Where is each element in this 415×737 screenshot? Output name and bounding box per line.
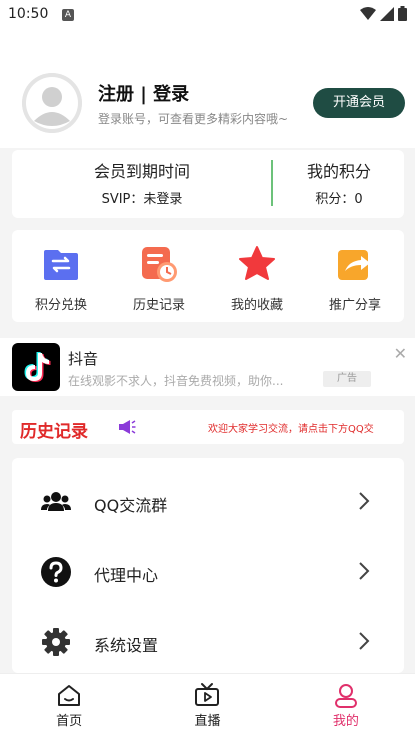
- status-bar: 10:50 A: [0, 0, 415, 30]
- ad-description: 在线观影不求人，抖音免费视频，助你...: [68, 374, 284, 388]
- home-icon: [58, 685, 81, 706]
- star-icon: [239, 246, 275, 280]
- feature-grid: 积分兑换 历史记录 我的收藏 推广分享: [12, 230, 404, 322]
- wifi-icon: [360, 6, 376, 20]
- feature-exchange[interactable]: 积分兑换: [12, 230, 110, 322]
- nav-live[interactable]: 直播: [138, 674, 276, 737]
- chevron-right-icon: [359, 562, 370, 580]
- chevron-right-icon: [359, 632, 370, 650]
- menu-item-agent-center[interactable]: 代理中心: [12, 542, 404, 602]
- my-points-value: 积分：0: [315, 192, 363, 207]
- feature-label: 推广分享: [328, 298, 381, 313]
- feature-label: 我的收藏: [230, 298, 283, 313]
- bottom-nav: 首页 直播 我的: [0, 673, 415, 737]
- member-expiry-value: SVIP：未登录: [101, 192, 183, 207]
- history-icon: [142, 247, 177, 282]
- tv-icon: [195, 683, 220, 706]
- ad-badge: 广告: [323, 371, 371, 387]
- ad-title: 抖音: [68, 350, 99, 368]
- ad-banner[interactable]: 抖音 在线观影不求人，抖音免费视频，助你... 广告 ✕: [0, 338, 415, 396]
- history-title[interactable]: 历史记录: [20, 417, 88, 442]
- feature-label: 积分兑换: [34, 298, 87, 313]
- history-bar: 历史记录 欢迎大家学习交流，请点击下方QQ交: [12, 410, 404, 444]
- menu-item-settings[interactable]: 系统设置: [12, 612, 404, 672]
- status-time: 10:50: [8, 6, 49, 22]
- settings-icon: [42, 628, 70, 656]
- nav-mine[interactable]: 我的: [277, 674, 415, 737]
- close-icon[interactable]: ✕: [394, 344, 407, 363]
- menu-item-label: 代理中心: [94, 566, 159, 585]
- group-icon: [41, 492, 71, 511]
- share-icon: [338, 250, 370, 280]
- feature-share[interactable]: 推广分享: [306, 230, 404, 322]
- open-vip-button[interactable]: 开通会员: [313, 88, 405, 118]
- member-card: 会员到期时间 SVIP：未登录 我的积分 积分：0: [12, 150, 404, 218]
- menu-list: QQ交流群 代理中心 系统设置: [12, 458, 404, 673]
- notification-icon: A: [62, 9, 74, 21]
- menu-item-label: 系统设置: [94, 636, 159, 655]
- feature-history[interactable]: 历史记录: [110, 230, 208, 322]
- my-points-title[interactable]: 我的积分: [274, 158, 404, 182]
- member-card-divider: [271, 160, 273, 206]
- megaphone-icon: [119, 420, 136, 434]
- member-expiry-title: 会员到期时间: [93, 162, 190, 181]
- exchange-icon: [44, 250, 78, 280]
- announcement-marquee: 欢迎大家学习交流，请点击下方QQ交: [208, 424, 374, 435]
- menu-item-label: QQ交流群: [94, 496, 168, 515]
- avatar[interactable]: [22, 73, 82, 133]
- nav-label: 我的: [332, 714, 359, 729]
- login-register-link[interactable]: 注册 | 登录: [98, 80, 189, 106]
- default-avatar-icon: [22, 73, 82, 133]
- tiktok-logo-icon: [12, 343, 60, 391]
- login-hint: 登录账号，可查看更多精彩内容哦~: [98, 112, 289, 126]
- chevron-right-icon: [359, 492, 370, 510]
- user-icon: [334, 684, 357, 708]
- nav-label: 首页: [56, 714, 83, 729]
- feature-favorites[interactable]: 我的收藏: [208, 230, 306, 322]
- question-icon: [41, 557, 71, 587]
- signal-icon: [380, 6, 394, 21]
- nav-label: 直播: [194, 714, 221, 729]
- battery-icon: [398, 6, 407, 21]
- menu-item-qq-group[interactable]: QQ交流群: [12, 472, 404, 532]
- nav-home[interactable]: 首页: [0, 674, 138, 737]
- feature-label: 历史记录: [132, 298, 185, 313]
- status-icons: [360, 6, 407, 21]
